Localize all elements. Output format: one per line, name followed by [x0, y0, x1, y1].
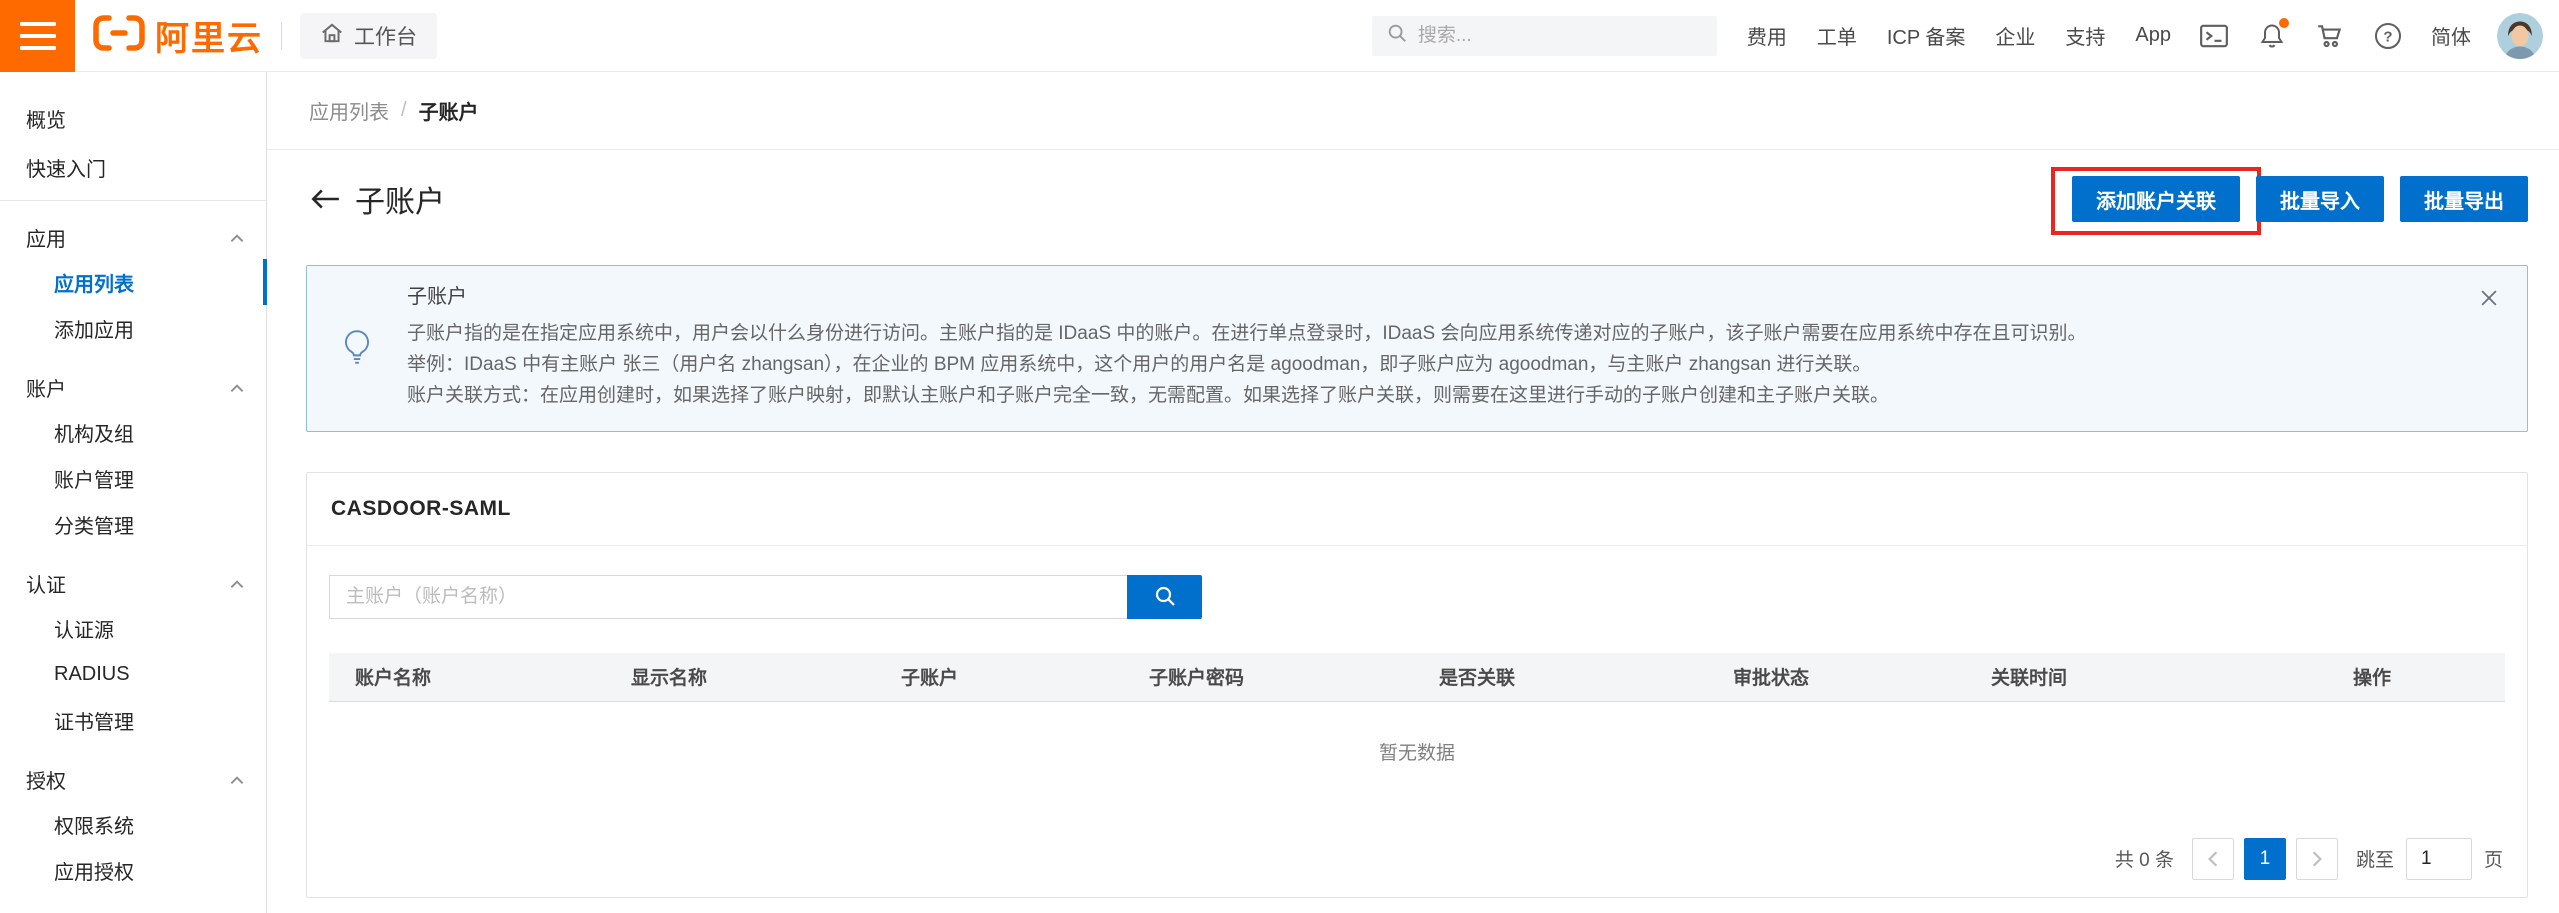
chevron-up-icon — [230, 572, 244, 595]
account-search — [329, 575, 2505, 619]
sidebar-item-category-mgmt[interactable]: 分类管理 — [0, 501, 266, 547]
notification-bell-icon[interactable] — [2257, 21, 2287, 51]
app-panel: CASDOOR-SAML 账户名称 — [306, 472, 2528, 898]
jump-to-label: 跳至 — [2356, 845, 2394, 872]
sidebar-item-overview[interactable]: 概览 — [0, 94, 266, 143]
col-approval-status: 审批状态 — [1707, 653, 1965, 701]
nav-app[interactable]: App — [2135, 24, 2171, 47]
empty-state-text: 暂无数据 — [329, 702, 2505, 802]
batch-export-button[interactable]: 批量导出 — [2400, 176, 2528, 222]
col-sub-account-password: 子账户密码 — [1123, 653, 1413, 701]
page-title: 子账户 — [355, 177, 445, 221]
chevron-up-icon — [230, 226, 244, 249]
account-search-input[interactable] — [329, 575, 1127, 619]
account-search-button[interactable] — [1127, 575, 1202, 619]
pagination: 共 0 条 1 跳至 页 — [331, 838, 2503, 880]
topbar-right: 费用 工单 ICP 备案 企业 支持 App ? — [1372, 13, 2559, 59]
breadcrumb-current: 子账户 — [419, 96, 479, 125]
sidebar-item-cert-mgmt[interactable]: 证书管理 — [0, 697, 266, 743]
console-terminal-icon[interactable] — [2199, 21, 2229, 51]
notice-title: 子账户 — [407, 282, 2457, 312]
col-association-time: 关联时间 — [1965, 653, 2327, 701]
nav-tickets[interactable]: 工单 — [1817, 21, 1857, 50]
avatar[interactable] — [2497, 13, 2543, 59]
info-notice: 子账户 子账户指的是在指定应用系统中，用户会以什么身份进行访问。主账户指的是 I… — [306, 265, 2528, 432]
batch-import-button[interactable]: 批量导入 — [2256, 176, 2384, 222]
sidebar-group-authorization[interactable]: 授权 — [0, 743, 266, 801]
sidebar-item-permission-system[interactable]: 权限系统 — [0, 801, 266, 847]
breadcrumb-parent[interactable]: 应用列表 — [309, 96, 389, 125]
current-page-button[interactable]: 1 — [2244, 838, 2286, 880]
brand-name: 阿里云 — [155, 11, 263, 60]
hamburger-menu-icon[interactable] — [0, 0, 75, 72]
close-icon[interactable] — [2479, 288, 2499, 308]
jump-page-input[interactable] — [2406, 838, 2472, 880]
language-switcher[interactable]: 简体 — [2431, 21, 2471, 50]
accounts-table: 账户名称 显示名称 子账户 子账户密码 是否关联 审批状态 关联时间 操作 暂无… — [329, 653, 2505, 802]
col-account-name: 账户名称 — [329, 653, 605, 701]
main-content: 应用列表 / 子账户 子账户 添加账户关联 批量导入 批量导出 — [267, 72, 2559, 913]
cart-icon[interactable] — [2315, 21, 2345, 51]
sidebar-group-account[interactable]: 账户 — [0, 351, 266, 409]
lightbulb-icon — [338, 328, 376, 431]
prev-page-button[interactable] — [2192, 838, 2234, 880]
back-arrow-icon[interactable] — [309, 186, 341, 212]
sidebar-item-radius[interactable]: RADIUS — [0, 651, 266, 697]
panel-title: CASDOOR-SAML — [307, 473, 2527, 546]
sidebar-item-app-list[interactable]: 应用列表 — [0, 259, 266, 305]
nav-support[interactable]: 支持 — [2065, 21, 2105, 50]
nav-enterprise[interactable]: 企业 — [1995, 21, 2035, 50]
sidebar-item-quickstart[interactable]: 快速入门 — [0, 143, 266, 192]
sidebar-item-org-group[interactable]: 机构及组 — [0, 409, 266, 455]
sidebar-group-authentication[interactable]: 认证 — [0, 547, 266, 605]
pagination-total: 共 0 条 — [2115, 845, 2174, 872]
sidebar-item-app-authorization[interactable]: 应用授权 — [0, 847, 266, 893]
svg-text:?: ? — [2383, 28, 2392, 45]
nav-icp[interactable]: ICP 备案 — [1887, 21, 1966, 50]
topbar: 阿里云 工作台 费用 工单 ICP 备案 企业 支持 App — [0, 0, 2559, 72]
page-unit-label: 页 — [2484, 845, 2503, 872]
divider — [281, 22, 282, 50]
chevron-up-icon — [230, 376, 244, 399]
aliyun-logo[interactable]: 阿里云 — [93, 11, 263, 60]
notice-line: 账户关联方式：在应用创建时，如果选择了账户映射，即默认主账户和子账户完全一致，无… — [407, 380, 2457, 411]
page-header: 子账户 添加账户关联 批量导入 批量导出 — [309, 176, 2528, 222]
col-is-associated: 是否关联 — [1413, 653, 1707, 701]
home-icon — [320, 21, 344, 51]
aliyun-bracket-icon — [93, 14, 145, 57]
nav-billing[interactable]: 费用 — [1747, 21, 1787, 50]
col-display-name: 显示名称 — [605, 653, 875, 701]
next-page-button[interactable] — [2296, 838, 2338, 880]
global-search-input[interactable] — [1418, 25, 1703, 47]
add-account-association-button[interactable]: 添加账户关联 — [2072, 176, 2240, 222]
sidebar-item-auth-source[interactable]: 认证源 — [0, 605, 266, 651]
workbench-button[interactable]: 工作台 — [300, 13, 437, 59]
search-icon — [1386, 22, 1408, 49]
workbench-label: 工作台 — [354, 21, 417, 51]
col-actions: 操作 — [2327, 653, 2505, 701]
help-icon[interactable]: ? — [2373, 21, 2403, 51]
sidebar: 概览 快速入门 应用 应用列表 添加应用 账户 机构及组 账户管理 分类管理 认… — [0, 72, 267, 913]
chevron-up-icon — [230, 768, 244, 791]
col-sub-account: 子账户 — [875, 653, 1123, 701]
notice-line: 举例：IDaaS 中有主账户 张三（用户名 zhangsan），在企业的 BPM… — [407, 349, 2457, 380]
notice-line: 子账户指的是在指定应用系统中，用户会以什么身份进行访问。主账户指的是 IDaaS… — [407, 318, 2457, 349]
table-header-row: 账户名称 显示名称 子账户 子账户密码 是否关联 审批状态 关联时间 操作 — [329, 653, 2505, 701]
notification-badge — [2279, 18, 2289, 28]
magnifier-icon — [1153, 584, 1177, 611]
breadcrumb-separator: / — [401, 99, 407, 122]
breadcrumb: 应用列表 / 子账户 — [267, 72, 2559, 150]
sidebar-item-add-app[interactable]: 添加应用 — [0, 305, 266, 351]
sidebar-item-account-mgmt[interactable]: 账户管理 — [0, 455, 266, 501]
global-search[interactable] — [1372, 16, 1717, 56]
sidebar-group-application[interactable]: 应用 — [0, 201, 266, 259]
